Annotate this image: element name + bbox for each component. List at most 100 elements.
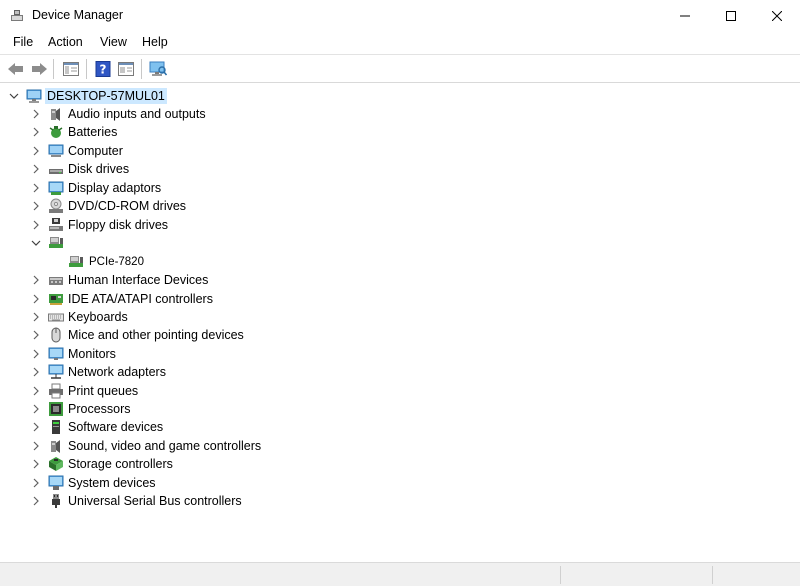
chevron-right-icon[interactable] (30, 163, 42, 175)
show-hide-console-tree-button[interactable] (61, 59, 81, 79)
toolbar-separator (53, 59, 54, 79)
chevron-right-icon[interactable] (30, 274, 42, 286)
tree-category-hid[interactable]: Human Interface Devices (0, 271, 800, 289)
chevron-right-icon[interactable] (30, 329, 42, 341)
minimize-icon (680, 15, 690, 17)
tree-category-keyboards[interactable]: Keyboards (0, 308, 800, 326)
chevron-right-icon[interactable] (30, 311, 42, 323)
window-title: Device Manager (32, 8, 124, 22)
tree-category-floppy[interactable]: Floppy disk drives (0, 216, 800, 234)
tree-category-system-devices[interactable]: System devices (0, 474, 800, 492)
tree-category-audio[interactable]: Audio inputs and outputs (0, 105, 800, 123)
software-device-icon (52, 420, 60, 434)
forward-button[interactable] (29, 59, 49, 79)
chevron-right-icon[interactable] (30, 293, 42, 305)
tree-category-label[interactable]: Disk drives (68, 162, 129, 176)
tree-category-sound[interactable]: Sound, video and game controllers (0, 437, 800, 455)
chevron-right-icon[interactable] (30, 108, 42, 120)
tree-category-dvd-drives[interactable]: DVD/CD-ROM drives (0, 197, 800, 215)
tree-category-label[interactable]: Storage controllers (68, 457, 173, 471)
chevron-right-icon[interactable] (30, 421, 42, 433)
tree-category-label[interactable]: Audio inputs and outputs (68, 107, 206, 121)
tree-category-label[interactable]: Sound, video and game controllers (68, 439, 261, 453)
chevron-right-icon[interactable] (30, 145, 42, 157)
chevron-right-icon[interactable] (30, 458, 42, 470)
tree-category-usb[interactable]: Universal Serial Bus controllers (0, 492, 800, 510)
menu-help[interactable]: Help (142, 35, 168, 49)
chevron-right-icon[interactable] (30, 182, 42, 194)
tree-category-label[interactable]: Mice and other pointing devices (68, 328, 244, 342)
chevron-right-icon[interactable] (30, 385, 42, 397)
device-tree: DESKTOP-57MUL01 Audio inputs and outputs… (0, 84, 800, 560)
tree-category-label[interactable]: Floppy disk drives (68, 218, 168, 232)
tree-category-label[interactable]: Print queues (68, 384, 138, 398)
speaker-icon (51, 108, 60, 121)
chevron-right-icon[interactable] (30, 403, 42, 415)
mouse-icon (51, 327, 61, 343)
back-button[interactable] (6, 59, 26, 79)
menu-bar: File Action View Help (0, 32, 800, 54)
tree-root-label[interactable]: DESKTOP-57MUL01 (45, 88, 167, 104)
close-button[interactable] (754, 0, 800, 32)
tree-category-processors[interactable]: Processors (0, 400, 800, 418)
title-bar: Device Manager (0, 0, 800, 32)
help-icon: ? (95, 61, 111, 77)
tree-category-network[interactable]: Network adapters (0, 363, 800, 381)
menu-view[interactable]: View (100, 35, 127, 49)
chevron-right-icon[interactable] (30, 219, 42, 231)
tree-category-label[interactable]: Processors (68, 402, 131, 416)
tree-category-print-queues[interactable]: Print queues (0, 382, 800, 400)
tree-category-label[interactable]: Monitors (68, 347, 116, 361)
tree-category-label[interactable]: Keyboards (68, 310, 128, 324)
tree-category-mice[interactable]: Mice and other pointing devices (0, 326, 800, 344)
monitor-icon (48, 347, 64, 360)
chevron-right-icon[interactable] (30, 348, 42, 360)
minimize-button[interactable] (662, 0, 708, 32)
tree-category-software-devices[interactable]: Software devices (0, 418, 800, 436)
tree-category-label[interactable]: Human Interface Devices (68, 273, 208, 287)
scan-hardware-button[interactable] (148, 59, 168, 79)
menu-file[interactable]: File (13, 35, 33, 49)
disk-drive-icon (49, 169, 63, 174)
tree-category-label[interactable]: System devices (68, 476, 156, 490)
tree-category-computer[interactable]: Computer (0, 142, 800, 160)
tree-category-label[interactable]: DVD/CD-ROM drives (68, 199, 186, 213)
pci-card-icon (69, 256, 83, 267)
tree-category-display-adaptors[interactable]: Display adaptors (0, 179, 800, 197)
battery-icon (49, 126, 63, 138)
computer-root-icon (26, 89, 42, 103)
tree-category-pci-devices[interactable] (0, 234, 800, 252)
maximize-icon (726, 11, 736, 21)
tree-category-label[interactable]: Software devices (68, 420, 163, 434)
chevron-right-icon[interactable] (30, 200, 42, 212)
tree-category-disk-drives[interactable]: Disk drives (0, 160, 800, 178)
floppy-icon (49, 218, 63, 231)
maximize-button[interactable] (708, 0, 754, 32)
tree-category-storage-controllers[interactable]: Storage controllers (0, 455, 800, 473)
chevron-right-icon[interactable] (30, 477, 42, 489)
processor-icon (49, 402, 63, 416)
tree-category-label[interactable]: Display adaptors (68, 181, 161, 195)
tree-category-monitors[interactable]: Monitors (0, 345, 800, 363)
tree-category-label[interactable]: Network adapters (68, 365, 166, 379)
tree-category-label[interactable]: IDE ATA/ATAPI controllers (68, 292, 213, 306)
menu-action[interactable]: Action (48, 35, 83, 49)
properties-button[interactable] (116, 59, 136, 79)
help-button[interactable]: ? (93, 59, 113, 79)
chevron-right-icon[interactable] (30, 495, 42, 507)
device-manager-app-icon (11, 10, 23, 21)
tree-category-batteries[interactable]: Batteries (0, 123, 800, 141)
chevron-right-icon[interactable] (30, 440, 42, 452)
chevron-down-icon[interactable] (30, 237, 42, 249)
chevron-right-icon[interactable] (30, 366, 42, 378)
tree-category-label[interactable]: Computer (68, 144, 123, 158)
chevron-down-icon[interactable] (8, 90, 20, 102)
tree-device-label[interactable]: PCIe-7820 (89, 256, 144, 268)
tree-device-pcie-7820[interactable]: PCIe-7820 (0, 253, 800, 271)
tree-root[interactable]: DESKTOP-57MUL01 (0, 87, 800, 105)
tree-category-label[interactable]: Batteries (68, 125, 117, 139)
network-icon (48, 364, 64, 379)
tree-category-ide[interactable]: IDE ATA/ATAPI controllers (0, 290, 800, 308)
chevron-right-icon[interactable] (30, 126, 42, 138)
tree-category-label[interactable]: Universal Serial Bus controllers (68, 494, 242, 508)
